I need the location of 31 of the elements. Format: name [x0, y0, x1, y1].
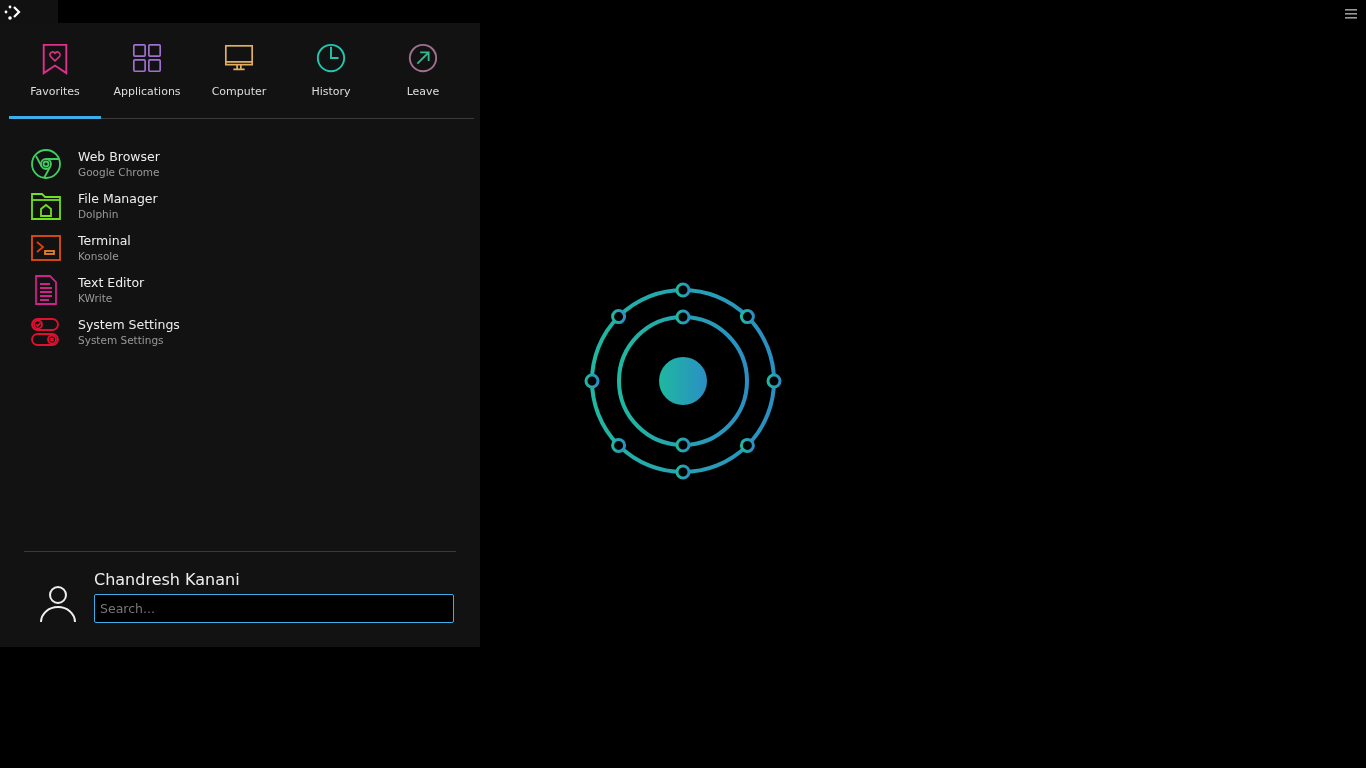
- app-name: Web Browser: [78, 149, 160, 165]
- app-description: Konsole: [78, 249, 120, 263]
- menu-tab[interactable]: History: [285, 23, 377, 119]
- user-name: Chandresh Kanani: [94, 570, 241, 590]
- favorite-app-item[interactable]: Text Editor KWrite: [30, 269, 480, 311]
- app-name: System Settings: [78, 317, 180, 333]
- app-name: File Manager: [78, 191, 158, 207]
- folder-home-icon: [30, 190, 62, 222]
- user-avatar-icon: [40, 585, 76, 623]
- clock-icon: [315, 43, 347, 75]
- menu-tab[interactable]: Computer: [193, 23, 285, 119]
- app-description: Dolphin: [78, 207, 120, 221]
- menu-tab[interactable]: Leave: [377, 23, 469, 119]
- favorite-app-item[interactable]: Terminal Konsole: [30, 227, 480, 269]
- browser-icon: [30, 148, 62, 180]
- menu-tab[interactable]: Favorites: [9, 23, 101, 119]
- app-name: Terminal: [78, 233, 131, 249]
- app-name: Text Editor: [78, 275, 145, 291]
- launcher-button[interactable]: [0, 0, 58, 23]
- favorite-app-item[interactable]: Web Browser Google Chrome: [30, 143, 480, 185]
- app-description: Google Chrome: [78, 165, 160, 179]
- app-description: System Settings: [78, 333, 165, 347]
- favorite-app-item[interactable]: System Settings System Settings: [30, 311, 480, 353]
- menu-tab[interactable]: Applications: [101, 23, 193, 119]
- favorite-app-item[interactable]: File Manager Dolphin: [30, 185, 480, 227]
- grid-icon: [131, 43, 163, 75]
- terminal-icon: [30, 232, 62, 264]
- app-description: KWrite: [78, 291, 114, 305]
- toggle-switches-icon: [30, 316, 62, 348]
- search-field[interactable]: Search...: [94, 594, 454, 623]
- menu-icon[interactable]: [1345, 9, 1357, 19]
